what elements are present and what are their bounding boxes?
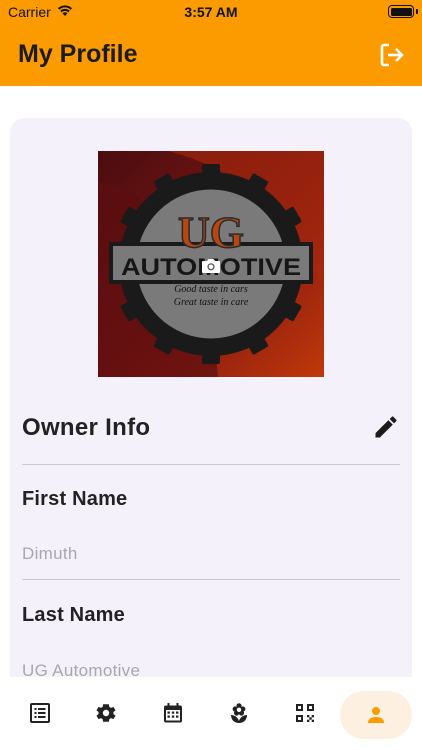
nav-item-profile[interactable]: [340, 691, 412, 739]
nav-item-flower[interactable]: [217, 691, 261, 735]
logout-icon[interactable]: [376, 39, 408, 71]
first-name-value: Dimuth: [22, 544, 78, 563]
pencil-icon[interactable]: [372, 413, 400, 441]
nav-item-calendar[interactable]: [151, 691, 195, 735]
gear-icon: [96, 704, 116, 722]
owner-info-heading: Owner Info: [22, 414, 151, 441]
battery-tip: [416, 9, 418, 14]
page-title: My Profile: [18, 40, 138, 68]
nav-item-list[interactable]: [18, 691, 62, 735]
status-time: 3:57 AM: [184, 4, 238, 20]
first-name-label: First Name: [22, 488, 128, 510]
logo-text-top: UG: [178, 208, 244, 257]
last-name-value: UG Automotive: [22, 661, 141, 677]
list-icon: [30, 703, 50, 723]
profile-logo-image[interactable]: UG AUTOMOTIVE Good taste in cars Great t…: [98, 151, 324, 377]
person-icon: [368, 707, 384, 723]
camera-icon[interactable]: [199, 254, 223, 278]
qr-code-icon: [296, 704, 314, 722]
profile-content[interactable]: UG AUTOMOTIVE Good taste in cars Great t…: [0, 86, 422, 677]
nav-item-qr[interactable]: [283, 691, 327, 735]
last-name-label: Last Name: [22, 604, 125, 626]
calendar-icon: [164, 703, 182, 723]
divider: [22, 579, 400, 580]
flower-icon: [231, 703, 247, 723]
battery-icon: [388, 5, 414, 18]
nav-item-settings[interactable]: [84, 691, 128, 735]
divider: [22, 464, 400, 465]
logo-tagline-1: Good taste in cars: [174, 284, 248, 295]
status-bar: Carrier 3:57 AM: [0, 0, 422, 24]
app-bar: My Profile: [0, 24, 422, 86]
logo-tagline-2: Great taste in care: [174, 297, 249, 308]
profile-card: UG AUTOMOTIVE Good taste in cars Great t…: [10, 118, 412, 677]
bottom-nav: [0, 677, 422, 750]
